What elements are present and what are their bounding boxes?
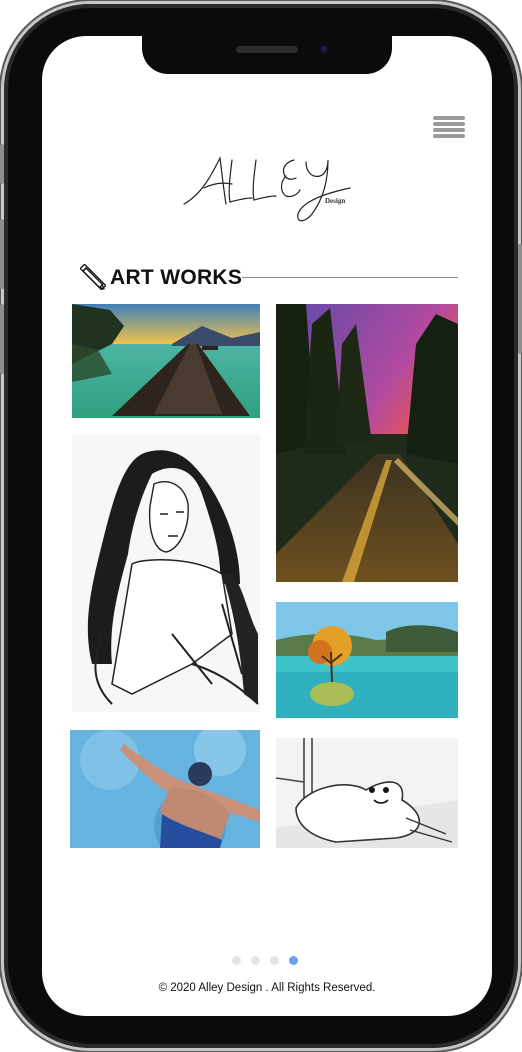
volume-down-button	[0, 304, 4, 374]
phone-screen: Design ART WORKS © 2020 Alley Design . A…	[42, 36, 492, 1016]
carousel-dots	[232, 956, 302, 966]
carousel-dot-4-active[interactable]	[289, 956, 298, 965]
section-divider	[242, 277, 458, 278]
forest-road-sunset-painting[interactable]	[276, 304, 458, 582]
section-title: ART WORKS	[110, 266, 243, 289]
section-header: ART WORKS	[79, 263, 460, 294]
front-camera	[318, 43, 330, 55]
volume-up-button	[0, 219, 4, 289]
phone-frame: Design ART WORKS © 2020 Alley Design . A…	[0, 4, 522, 1048]
notch	[142, 36, 392, 74]
swimmer-painting[interactable]	[70, 730, 260, 848]
woman-ink-sketch[interactable]	[72, 434, 260, 712]
pencil-ruler-icon	[79, 263, 107, 291]
alley-design-logo[interactable]: Design	[182, 154, 352, 230]
carousel-dot-1[interactable]	[232, 956, 241, 965]
dog-sketch[interactable]	[276, 738, 458, 848]
power-button	[518, 244, 522, 354]
logo-sub-label: Design	[325, 197, 346, 205]
carousel-dot-2[interactable]	[251, 956, 260, 965]
copyright-footer: © 2020 Alley Design . All Rights Reserve…	[158, 982, 376, 994]
carousel-dot-3[interactable]	[270, 956, 279, 965]
silent-switch	[0, 144, 4, 184]
autumn-tree-lake-painting[interactable]	[276, 602, 458, 718]
speaker	[236, 46, 298, 53]
hamburger-menu-icon[interactable]	[433, 116, 465, 140]
lake-dock-painting[interactable]	[72, 304, 260, 418]
